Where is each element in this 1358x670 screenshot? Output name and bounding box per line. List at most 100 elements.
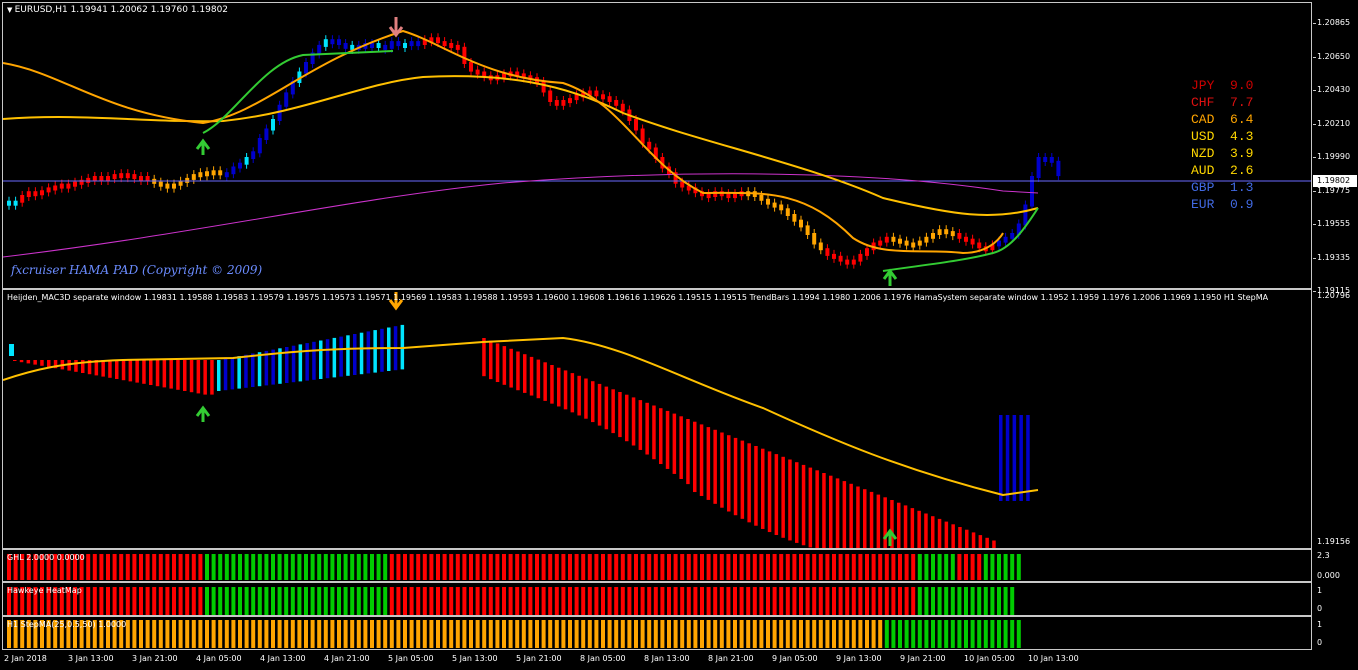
ghl-bar	[297, 554, 302, 580]
candle-body	[937, 229, 942, 235]
mac3d-bar	[740, 440, 745, 519]
stepma-bar	[627, 620, 632, 648]
stepma-bar	[990, 620, 995, 648]
stepma-bar	[469, 620, 473, 648]
candle-body	[469, 62, 473, 72]
stepma-bar	[502, 620, 506, 648]
stepma-bar	[389, 620, 394, 648]
hawkeye-bar	[515, 587, 520, 615]
currency-value: 9.0	[1230, 78, 1254, 93]
dropdown-icon[interactable]: ▼	[7, 6, 15, 14]
ghl-bar	[554, 554, 559, 580]
mac3d-pane[interactable]: Heijden_MAC3D separate window 1.19831 1.…	[2, 289, 1312, 549]
mac3d-bar	[189, 360, 194, 393]
ghl-bar	[158, 554, 163, 580]
ghl-bar	[475, 554, 480, 580]
candle-body	[1043, 157, 1048, 162]
candle-body	[832, 253, 836, 259]
time-axis-label: 2 Jan 2018	[4, 654, 47, 663]
ghl-bar	[284, 554, 289, 580]
ghl-bar	[911, 554, 916, 580]
stepma-bar	[653, 620, 658, 648]
mac3d-bar	[543, 362, 547, 401]
candle-body	[614, 100, 619, 106]
hawkeye-bar	[898, 587, 902, 615]
ghl-bar	[389, 554, 394, 580]
ghl-bar	[561, 554, 566, 580]
ghl-bar	[818, 554, 823, 580]
ghl-bar	[620, 554, 625, 580]
stepma-bar	[541, 620, 546, 648]
hawkeye-bar	[904, 587, 909, 615]
candle-body	[554, 100, 559, 106]
stepma-bar	[383, 620, 388, 648]
candle-body	[970, 238, 975, 245]
candle-body	[376, 43, 381, 48]
ghl-bar	[614, 554, 619, 580]
price-axis-tick	[1313, 123, 1316, 125]
ghl-bar	[673, 554, 678, 580]
mac3d-bar	[910, 508, 915, 548]
mac3d-bar	[747, 443, 751, 523]
ghl-pane[interactable]: GHL 2.0000 0.0000	[2, 549, 1312, 582]
ghl-bar	[884, 554, 889, 580]
stepma-bar	[660, 620, 665, 648]
candle-body	[86, 177, 91, 183]
candle-body	[957, 233, 962, 239]
stepma-bar	[403, 620, 407, 648]
price-axis-tick	[1313, 157, 1316, 158]
stepma-bar	[891, 620, 896, 648]
ghl-bar	[832, 554, 836, 580]
stepma-bar	[904, 620, 909, 648]
mac3d-bar	[577, 375, 581, 416]
ghl-bar	[165, 554, 170, 580]
candle-body	[172, 183, 176, 189]
price-axis[interactable]: 1.20865 1.20650 1.20430 1.20210 1.19990 1.197…	[1313, 2, 1358, 295]
hawkeye-bar	[686, 587, 691, 615]
stepma-bar	[884, 620, 889, 648]
chart-title-text: EURUSD,H1 1.19941 1.20062 1.19760 1.1980…	[14, 5, 229, 15]
mac3d-bar	[339, 336, 343, 377]
time-axis-label: 8 Jan 13:00	[644, 654, 690, 663]
main-chart-pane[interactable]: ▼ EURUSD,H1 1.19941 1.20062 1.19760 1.19…	[2, 2, 1312, 289]
stepma-bar	[145, 620, 150, 648]
time-axis[interactable]: 2 Jan 2018 3 Jan 13:00 3 Jan 21:00 4 Jan 05…	[0, 650, 1358, 670]
mac3d-bar	[217, 360, 221, 391]
ghl-bar	[739, 554, 744, 580]
ghl-bar	[865, 554, 869, 580]
candle-body	[865, 248, 869, 256]
candle-body	[99, 176, 104, 181]
hawkeye-bar	[620, 587, 625, 615]
candle-body	[772, 202, 777, 208]
ghl-bar	[172, 554, 176, 580]
stepma-bar	[191, 620, 196, 648]
hawkeye-bar	[251, 587, 256, 615]
mac3d-bar	[115, 360, 119, 379]
mac3d-bar	[162, 360, 167, 388]
ghl-bar	[812, 554, 817, 580]
hawkeye-bar	[502, 587, 506, 615]
candle-body	[851, 259, 856, 265]
hawkeye-pane[interactable]: Hawkeye HeatMap	[2, 582, 1312, 616]
hawkeye-title: Hawkeye HeatMap	[7, 586, 82, 595]
mac3d-bar	[1005, 415, 1010, 501]
stepma-bar	[607, 620, 612, 648]
ghl-bar	[964, 554, 968, 580]
stepma-bar	[304, 620, 308, 648]
hawkeye-bar	[86, 587, 91, 615]
hawkeye-bar	[634, 587, 638, 615]
buy-arrow-icon	[882, 268, 898, 286]
mac3d-bar	[523, 354, 527, 393]
mac3d-bar	[591, 381, 595, 423]
candle-body	[436, 37, 440, 44]
price-axis-label: 1.20865	[1317, 18, 1351, 27]
ghl-bar	[799, 554, 803, 580]
candle-body	[33, 191, 38, 197]
mac3d-bar	[33, 360, 37, 365]
hawkeye-bar	[488, 587, 493, 615]
mac3d-bar	[761, 448, 765, 529]
hawkeye-bar	[937, 587, 942, 615]
stepma-pane[interactable]: H1 StepMA(25,0.5,50) 1.0000	[2, 616, 1312, 650]
mac3d-axis-top: 1.20796	[1317, 291, 1351, 300]
stepma-bar	[594, 620, 599, 648]
